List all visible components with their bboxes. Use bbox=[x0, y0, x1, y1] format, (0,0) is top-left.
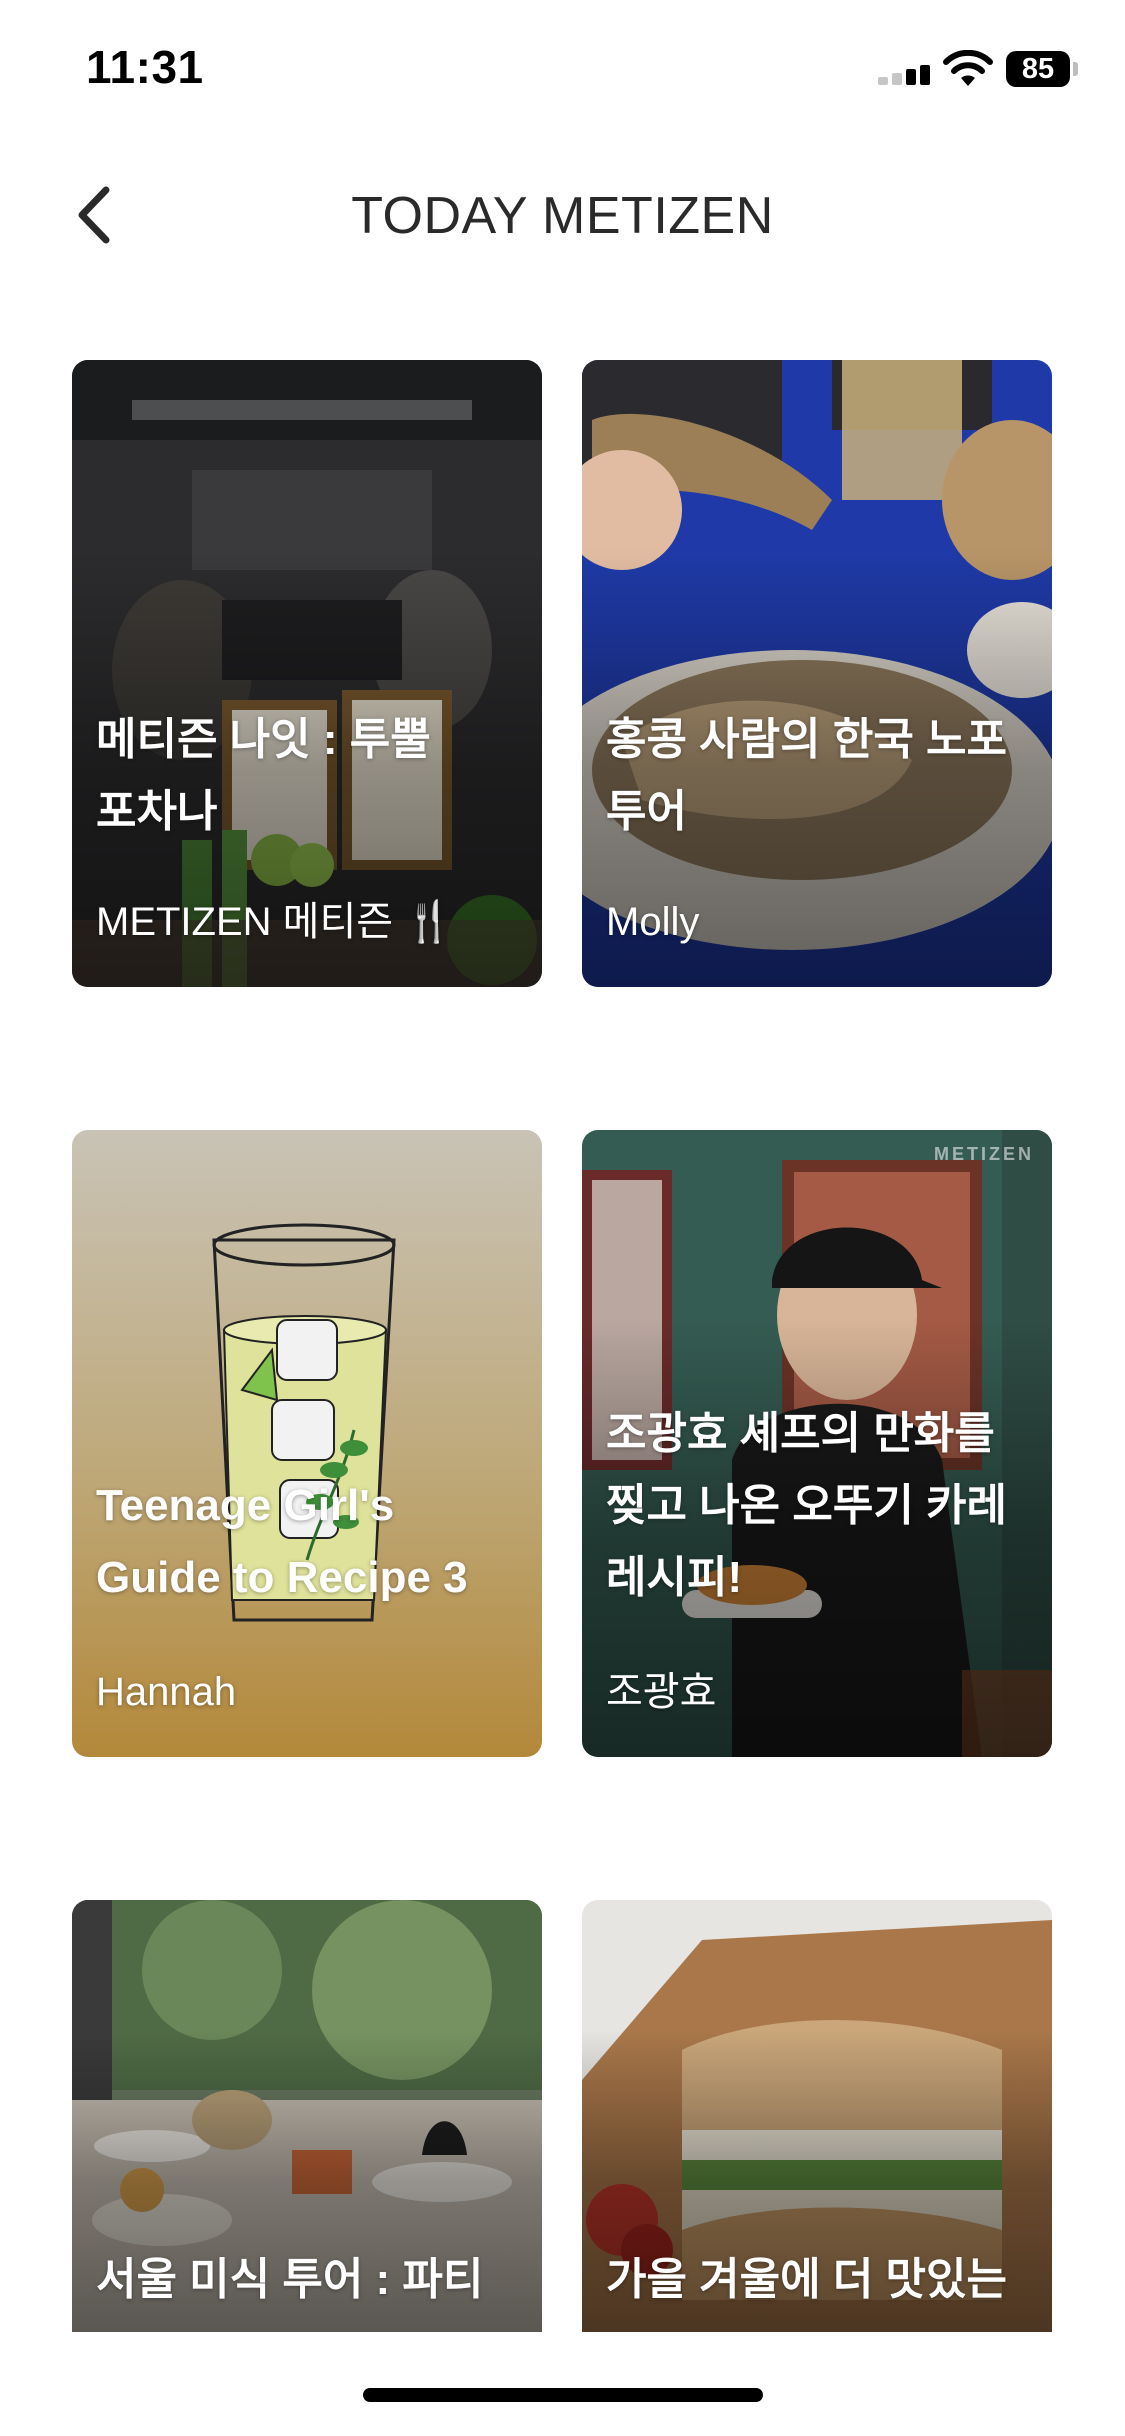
status-bar: 11:31 85 bbox=[0, 0, 1125, 140]
card-watermark: METIZEN bbox=[934, 1144, 1034, 1164]
card-title: 홍콩 사람의 한국 노포 투어 bbox=[606, 715, 1007, 836]
article-card[interactable]: 서울 미식 투어 : 파티 bbox=[72, 1900, 542, 2332]
battery-level: 85 bbox=[1021, 53, 1055, 85]
card-image bbox=[72, 1130, 542, 1757]
card-title: 서울 미식 투어 : 파티 bbox=[96, 2255, 484, 2304]
card-title: 조광효 셰프의 만화를 찢고 나온 오뚜기 카레 레시피! bbox=[606, 1409, 1007, 1602]
card-author: Molly bbox=[606, 900, 700, 944]
cellular-signal-icon bbox=[878, 63, 930, 85]
nav-header: TODAY METIZEN bbox=[0, 160, 1125, 270]
card-title: 가을 겨울에 더 맛있는 bbox=[606, 2255, 1007, 2304]
wifi-icon bbox=[943, 50, 993, 86]
article-card[interactable]: Teenage Girl's Guide to Recipe 3 Hannah bbox=[72, 1130, 542, 1757]
card-title: Teenage Girl's Guide to Recipe 3 bbox=[96, 1481, 468, 1602]
card-author: Hannah bbox=[96, 1670, 237, 1714]
card-title: 메티즌 나잇 : 투뿔 포차나 bbox=[96, 715, 431, 836]
status-time: 11:31 bbox=[86, 41, 204, 93]
page-title: TODAY METIZEN bbox=[351, 187, 774, 245]
card-overlay bbox=[582, 360, 1052, 987]
card-author: 조광효 bbox=[606, 1670, 717, 1714]
home-indicator[interactable] bbox=[363, 2388, 763, 2402]
card-overlay bbox=[72, 360, 542, 987]
card-author: METIZEN 메티즌 🍴 bbox=[96, 900, 454, 944]
battery-nub bbox=[1073, 62, 1078, 76]
article-card[interactable]: METIZEN 조광효 셰프의 만화를 찢고 나온 오뚜기 카레 레시피! 조광… bbox=[582, 1130, 1052, 1757]
article-card[interactable]: 가을 겨울에 더 맛있는 bbox=[582, 1900, 1052, 2332]
article-card[interactable]: 메티즌 나잇 : 투뿔 포차나 METIZEN 메티즌 🍴 bbox=[72, 360, 542, 987]
battery-icon: 85 bbox=[1006, 51, 1070, 87]
article-card[interactable]: 홍콩 사람의 한국 노포 투어 Molly bbox=[582, 360, 1052, 987]
